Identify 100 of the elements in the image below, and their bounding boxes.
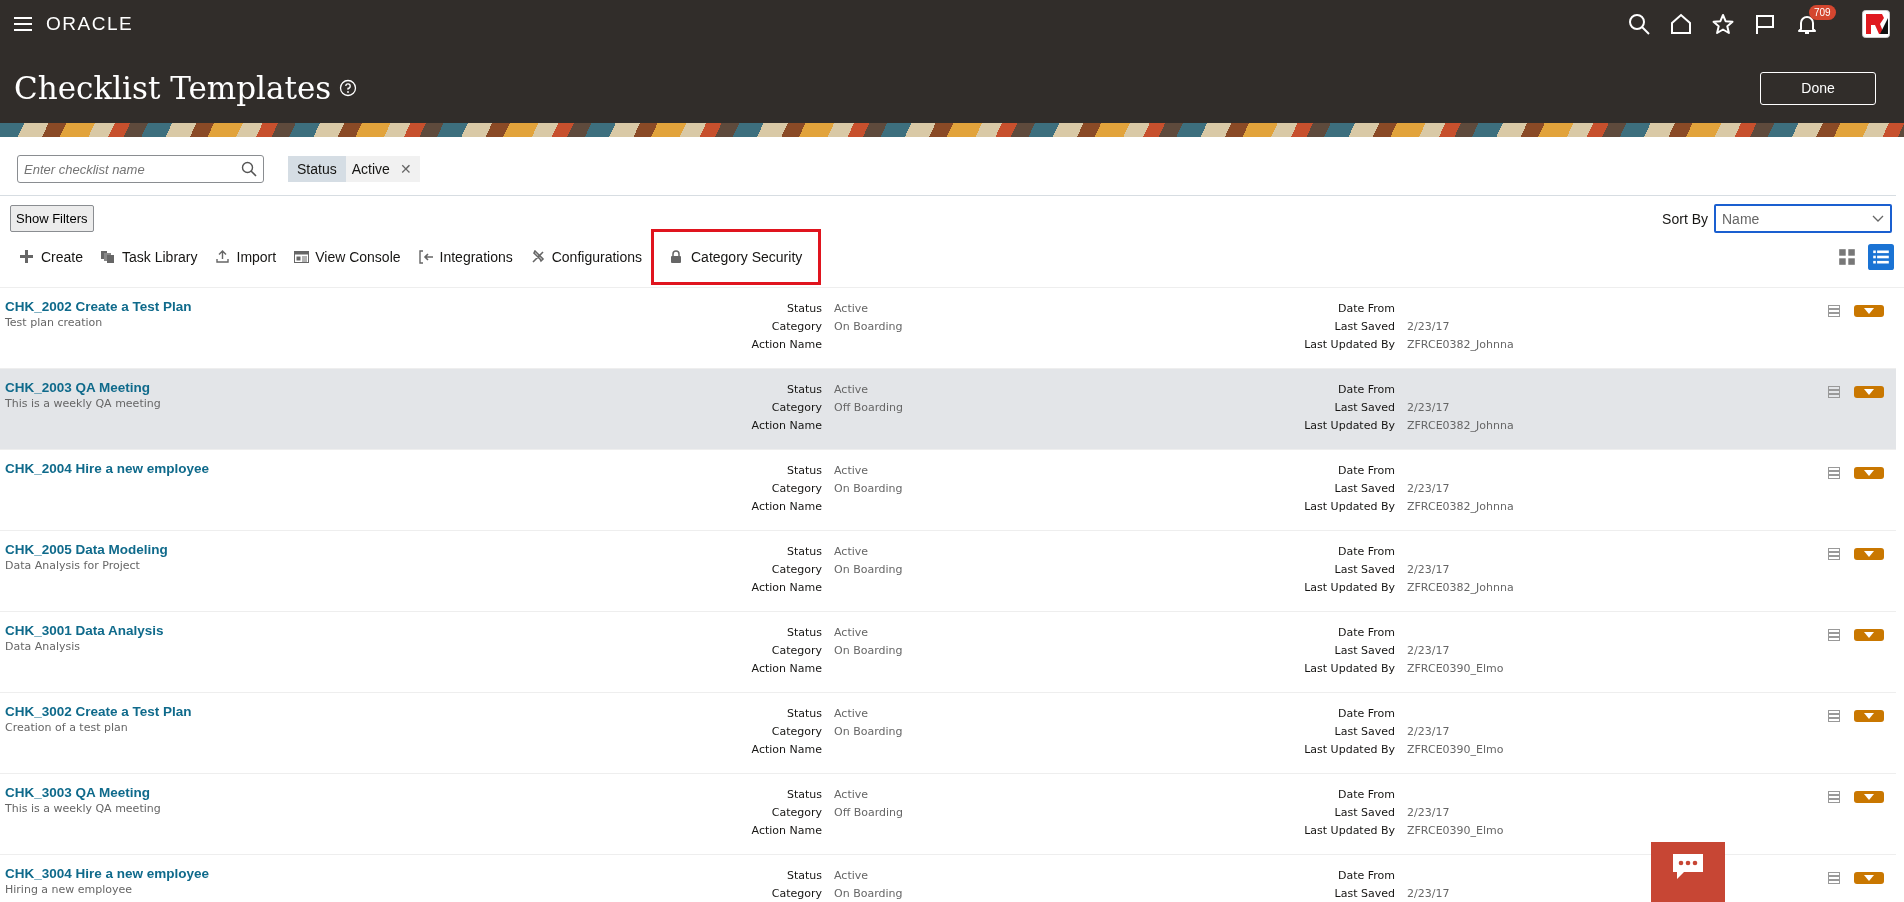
actions-dropdown-button[interactable]: [1854, 629, 1884, 641]
template-description: Creation of a test plan: [5, 721, 129, 734]
list-row[interactable]: CHK_2005 Data Modeling Data Analysis for Project Status Active Category On Boarding Action Name Date From Last Saved 2/23/17 Last Updated By ZFRCE0382_Johnna: [0, 531, 1896, 612]
field-label: Date From: [1336, 787, 1395, 801]
field-value: Active: [834, 868, 870, 882]
template-link[interactable]: CHK_2004 Hire a new employee: [5, 461, 640, 476]
toolbar-button[interactable]: Import: [207, 240, 285, 274]
field-label: Category: [770, 562, 822, 576]
stack-icon[interactable]: [1828, 467, 1840, 479]
toolbar-button[interactable]: Category Security: [662, 240, 811, 274]
field-label: Status: [785, 706, 822, 720]
field-value: On Boarding: [834, 643, 904, 657]
avatar-icon[interactable]: [1862, 10, 1890, 38]
actions-dropdown-button[interactable]: [1854, 791, 1884, 803]
field-label: Category: [770, 886, 822, 900]
field-label: Last Updated By: [1303, 418, 1395, 432]
brand-logo[interactable]: ORACLE: [46, 13, 134, 35]
field-value: 2/23/17: [1407, 319, 1451, 333]
field-value: Off Boarding: [834, 805, 905, 819]
stack-icon[interactable]: [1828, 710, 1840, 722]
template-link[interactable]: CHK_2003 QA Meeting: [5, 380, 640, 395]
actions-dropdown-button[interactable]: [1854, 386, 1884, 398]
toolbar-button[interactable]: Create: [12, 240, 92, 274]
template-link[interactable]: CHK_3003 QA Meeting: [5, 785, 640, 800]
field-label: Last Saved: [1333, 481, 1395, 495]
caret-down-icon: [1864, 470, 1874, 476]
show-filters-button[interactable]: Show Filters: [10, 205, 94, 232]
field-value: 2/23/17: [1407, 724, 1451, 738]
field-label: Category: [770, 643, 822, 657]
console-icon: [294, 250, 310, 264]
field-label: Action Name: [750, 661, 822, 675]
field-value: ZFRCE0382_Johnna: [1407, 499, 1515, 513]
field-value: 2/23/17: [1407, 481, 1451, 495]
search-field[interactable]: Enter checklist name: [17, 155, 264, 183]
caret-down-icon: [1864, 632, 1874, 638]
template-description: Data Analysis: [5, 640, 82, 653]
sort-label: Sort By: [1662, 210, 1708, 227]
template-link[interactable]: CHK_3001 Data Analysis: [5, 623, 640, 638]
toolbar-button[interactable]: Configurations: [522, 240, 650, 274]
home-icon[interactable]: [1670, 13, 1692, 35]
stack-icon[interactable]: [1828, 791, 1840, 803]
field-label: Date From: [1336, 382, 1395, 396]
field-label: Category: [770, 724, 822, 738]
stack-icon[interactable]: [1828, 548, 1840, 560]
toolbar-button[interactable]: Task Library: [93, 240, 206, 274]
template-link[interactable]: CHK_2002 Create a Test Plan: [5, 299, 640, 314]
list-row[interactable]: CHK_2003 QA Meeting This is a weekly QA meeting Status Active Category Off Boarding Action Name Date From Last Saved 2/23/17 Last Updated By ZFRCE0382_Johnna: [0, 369, 1896, 450]
list-view-button[interactable]: [1868, 244, 1894, 270]
field-label: Last Updated By: [1303, 742, 1395, 756]
field-value: Active: [834, 301, 870, 315]
template-link[interactable]: CHK_3004 Hire a new employee: [5, 866, 640, 881]
chat-button[interactable]: [1651, 842, 1725, 902]
field-value: ZFRCE0382_Johnna: [1407, 337, 1515, 351]
field-value: Active: [834, 625, 870, 639]
caret-down-icon: [1864, 713, 1874, 719]
stack-icon[interactable]: [1828, 386, 1840, 398]
stack-icon[interactable]: [1828, 872, 1840, 884]
stack-icon[interactable]: [1828, 629, 1840, 641]
field-label: Date From: [1336, 301, 1395, 315]
field-label: Action Name: [750, 418, 822, 432]
actions-dropdown-button[interactable]: [1854, 548, 1884, 560]
help-icon[interactable]: [339, 79, 358, 97]
actions-dropdown-button[interactable]: [1854, 305, 1884, 317]
field-label: Date From: [1336, 625, 1395, 639]
search-icon[interactable]: [241, 161, 257, 177]
list-row[interactable]: CHK_3001 Data Analysis Data Analysis Status Active Category On Boarding Action Name Date From Last Saved 2/23/17 Last Updated By ZFRCE0390_Elmo: [0, 612, 1896, 693]
field-label: Last Saved: [1333, 805, 1395, 819]
field-label: Status: [785, 544, 822, 558]
actions-dropdown-button[interactable]: [1854, 872, 1884, 884]
caret-down-icon: [1864, 875, 1874, 881]
toolbar-button[interactable]: Integrations: [410, 240, 521, 274]
actions-dropdown-button[interactable]: [1854, 467, 1884, 479]
upload-icon: [215, 250, 231, 264]
template-link[interactable]: CHK_2005 Data Modeling: [5, 542, 640, 557]
filter-label: Status: [288, 156, 346, 182]
toolbar-button[interactable]: View Console: [286, 240, 409, 274]
done-button[interactable]: Done: [1760, 71, 1876, 105]
field-label: Action Name: [750, 580, 822, 594]
field-label: Status: [785, 868, 822, 882]
menu-icon[interactable]: [14, 17, 32, 31]
field-value: Active: [834, 544, 870, 558]
template-link[interactable]: CHK_3002 Create a Test Plan: [5, 704, 640, 719]
field-label: Last Saved: [1333, 400, 1395, 414]
star-icon[interactable]: [1712, 13, 1734, 35]
template-description: This is a weekly QA meeting: [5, 802, 162, 815]
field-label: Date From: [1336, 706, 1395, 720]
list-row[interactable]: CHK_3002 Create a Test Plan Creation of a test plan Status Active Category On Boarding Action Name Date From Last Saved 2/23/17 Last Updated By ZFRCE0390_Elmo: [0, 693, 1896, 774]
template-description: Hiring a new employee: [5, 883, 134, 896]
stack-icon[interactable]: [1828, 305, 1840, 317]
actions-dropdown-button[interactable]: [1854, 710, 1884, 722]
template-description: Data Analysis for Project: [5, 559, 141, 572]
field-value: Active: [834, 382, 870, 396]
field-value: 2/23/17: [1407, 643, 1451, 657]
sort-dropdown[interactable]: Name: [1714, 204, 1892, 233]
remove-filter-button[interactable]: ✕: [395, 156, 420, 182]
field-label: Last Saved: [1333, 562, 1395, 576]
flag-icon[interactable]: [1754, 13, 1776, 35]
search-icon[interactable]: [1628, 13, 1650, 35]
list-row[interactable]: CHK_2004 Hire a new employee Status Active Category On Boarding Action Name Date From Last Saved 2/23/17 Last Updated By ZFRCE0382_Johnna: [0, 450, 1896, 531]
field-value: 2/23/17: [1407, 886, 1451, 900]
